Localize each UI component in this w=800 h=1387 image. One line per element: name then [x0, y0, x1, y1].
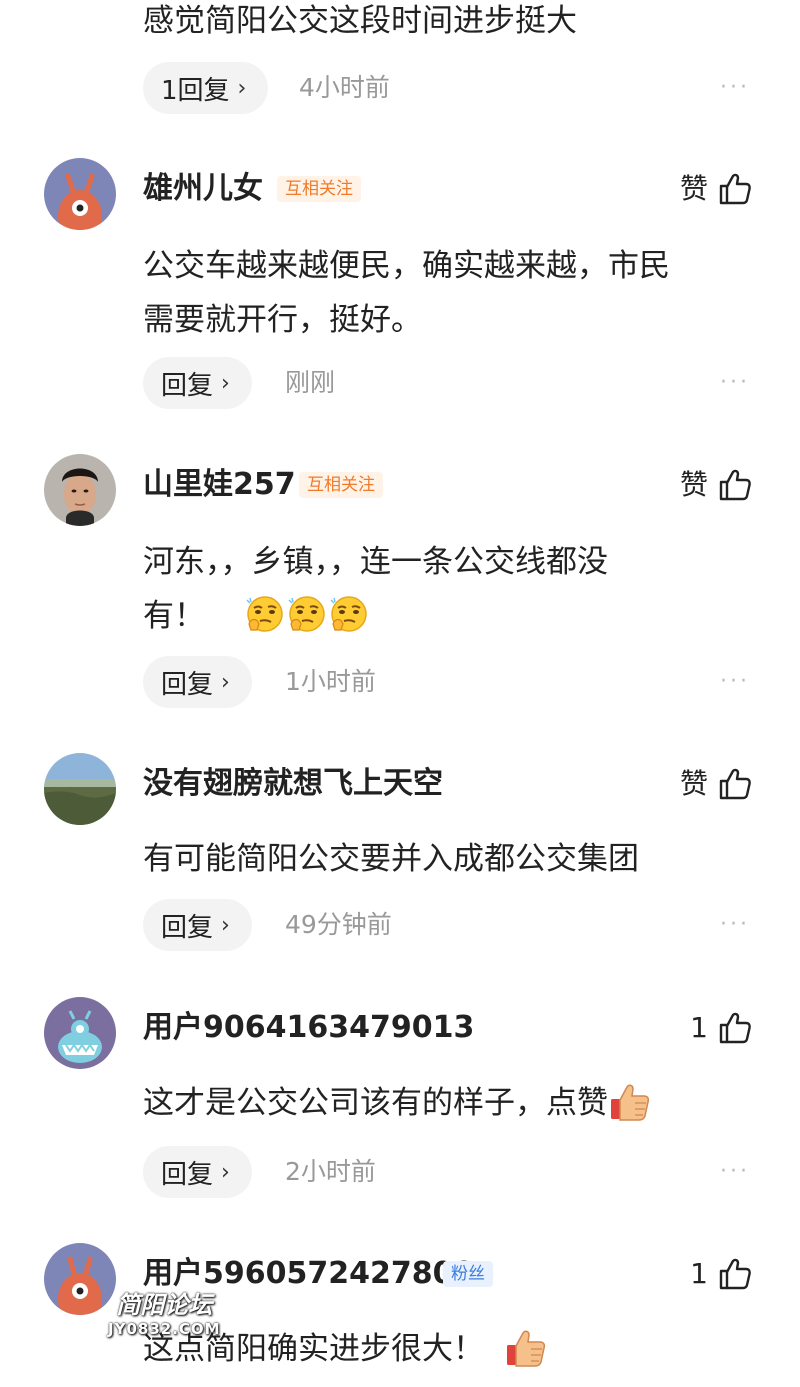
- more-icon[interactable]: ···: [720, 899, 750, 951]
- thumbs-up-icon: [718, 1257, 752, 1291]
- like-label: 赞: [679, 767, 708, 800]
- mutual-follow-tag: 互相关注: [277, 176, 361, 202]
- comment-content: 河东，，乡镇，，连一条公交线都没 有！: [143, 544, 608, 634]
- like-count: 1: [690, 1011, 708, 1044]
- like-button[interactable]: 1: [690, 1008, 752, 1048]
- like-button[interactable]: 1: [690, 1254, 752, 1294]
- comment-content: 公交车越来越便民，确实越来越，市民 需要就开行，挺好。: [143, 248, 670, 338]
- thumbs-up-icon: [718, 767, 752, 801]
- avatar[interactable]: [44, 454, 116, 526]
- more-icon[interactable]: ···: [720, 656, 750, 708]
- reply-button[interactable]: 回复 ›: [143, 656, 252, 708]
- thinking-face-emoji: [329, 594, 369, 634]
- watermark-url: JY0832.COM: [108, 1320, 221, 1338]
- comment-time: 刚刚: [285, 368, 336, 397]
- comment-content: 有可能简阳公交要并入成都公交集团: [143, 841, 639, 877]
- thumbs-up-icon: [718, 468, 752, 502]
- avatar[interactable]: [44, 997, 116, 1069]
- watermark-title: 简阳论坛: [116, 1291, 213, 1319]
- like-label: 赞: [679, 468, 708, 501]
- username[interactable]: 用户9064163479013: [143, 1008, 474, 1048]
- username[interactable]: 雄州儿女: [143, 169, 263, 209]
- reply-label: 回复: [161, 1159, 214, 1190]
- chevron-right-icon: ›: [221, 1159, 230, 1185]
- more-icon[interactable]: ···: [720, 62, 750, 114]
- like-button[interactable]: 赞: [680, 465, 752, 505]
- more-icon[interactable]: ···: [720, 1146, 750, 1198]
- fan-tag: 粉丝: [443, 1261, 493, 1287]
- reply-button[interactable]: 1回复 ›: [143, 62, 269, 114]
- comment-time: 4小时前: [299, 73, 390, 102]
- thumbs-up-emoji: [608, 1079, 652, 1123]
- mutual-follow-tag: 互相关注: [299, 472, 383, 498]
- username[interactable]: 山里娃257: [143, 465, 296, 505]
- reply-label: 1回复: [161, 75, 230, 106]
- comment-time: 2小时前: [285, 1157, 376, 1186]
- more-icon[interactable]: ···: [720, 357, 750, 409]
- comment-time: 49分钟前: [285, 910, 392, 939]
- avatar[interactable]: [44, 1243, 116, 1315]
- comment-content: 这才是公交公司该有的样子，点赞: [143, 1076, 763, 1130]
- watermark: 简阳论坛 JY0832.COM: [108, 1290, 221, 1338]
- thumbs-up-emoji: [504, 1325, 548, 1369]
- thinking-face-emoji: [245, 594, 285, 634]
- username[interactable]: 没有翅膀就想飞上天空: [143, 764, 443, 804]
- reply-button[interactable]: 回复 ›: [143, 899, 252, 951]
- reply-label: 回复: [161, 669, 214, 700]
- like-button[interactable]: 赞: [680, 169, 752, 209]
- thumbs-up-icon: [718, 1011, 752, 1045]
- reply-button[interactable]: 回复 ›: [143, 357, 252, 409]
- reply-label: 回复: [161, 912, 214, 943]
- comment-time: 1小时前: [285, 667, 376, 696]
- reply-button[interactable]: 回复 ›: [143, 1146, 252, 1198]
- username[interactable]: 用户5960572427800: [143, 1254, 474, 1294]
- thinking-face-emoji: [287, 594, 327, 634]
- avatar[interactable]: [44, 753, 116, 825]
- chevron-right-icon: ›: [221, 912, 230, 938]
- avatar[interactable]: [44, 158, 116, 230]
- comment-content: 感觉简阳公交这段时间进步挺大: [143, 3, 577, 39]
- thumbs-up-icon: [718, 172, 752, 206]
- comment-content: 这点简阳确实进步很大！: [143, 1322, 763, 1376]
- chevron-right-icon: ›: [237, 75, 247, 101]
- reply-label: 回复: [161, 370, 214, 401]
- like-count: 1: [690, 1257, 708, 1290]
- like-label: 赞: [679, 172, 708, 205]
- chevron-right-icon: ›: [221, 370, 230, 396]
- like-button[interactable]: 赞: [680, 764, 752, 804]
- chevron-right-icon: ›: [221, 669, 230, 695]
